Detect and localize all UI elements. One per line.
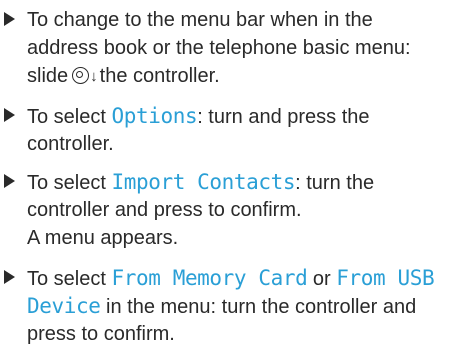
menu-item-from-usb-device-part-1: From USB [336,266,435,290]
bullet-arrow-icon [4,174,15,188]
step-2-suffix: : turn and press the [197,106,370,128]
step-3-suffix: : turn the [295,172,375,194]
step-2-text: To select Options: turn and press the co… [27,102,461,158]
step-4-line-1: To select From Memory Card or From USB [27,264,461,292]
step-3-result: A menu appears. [27,227,179,249]
step-3-text: To select Import Contacts: turn the cont… [27,168,461,252]
step-2-prefix: To select [27,106,112,128]
step-1-slide-label: slide [27,65,69,87]
arrow-down-icon: ↓ [90,68,98,85]
step-3-line-1: To select Import Contacts: turn the [27,168,461,196]
step-1-text: To change to the menu bar when in the ad… [27,6,461,90]
step-3-line-2: controller and press to confirm. [27,199,302,221]
step-4-line-3: press to confirm. [27,323,175,345]
step-4-text: To select From Memory Card or From USB D… [27,264,461,348]
step-1-line-3: slide ↓ the controller. [27,62,461,90]
step-4-suffix: in the menu: turn the controller and [100,296,417,318]
step-1-line-2: address book or the telephone basic menu… [27,37,411,59]
step-1-suffix: the controller. [99,65,220,87]
bullet-arrow-icon [4,12,15,26]
step-4-or: or [307,268,337,290]
step-1-line-1: To change to the menu bar when in the [27,9,373,31]
menu-item-from-memory-card: From Memory Card [111,266,308,290]
menu-item-options: Options [111,104,198,128]
step-2-line-2: controller. [27,133,114,155]
bullet-arrow-icon [4,108,15,122]
step-4-line-2: Device in the menu: turn the controller … [27,292,461,320]
bullet-arrow-icon [4,270,15,284]
menu-item-from-usb-device-part-2: Device [27,294,101,318]
controller-icon [72,67,90,84]
step-2-line-1: To select Options: turn and press the [27,102,461,130]
instruction-list: To change to the menu bar when in the ad… [0,0,464,354]
step-3-prefix: To select [27,172,112,194]
menu-item-import-contacts: Import Contacts [111,170,296,194]
step-4-prefix: To select [27,268,112,290]
